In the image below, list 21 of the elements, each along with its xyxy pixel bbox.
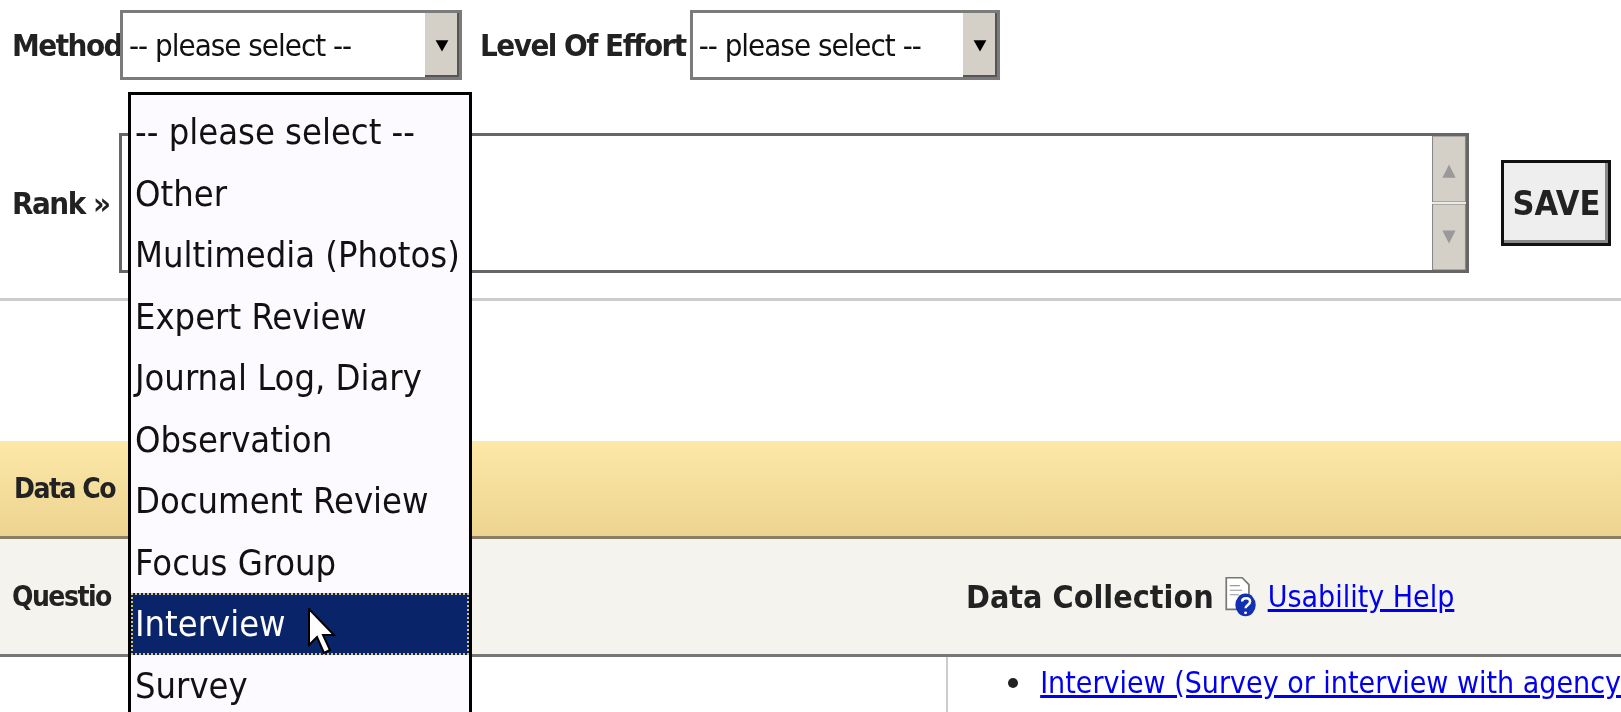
help-link[interactable]: Usability Help [1267,579,1455,614]
dropdown-option[interactable]: Document Review [131,470,469,532]
dropdown-option[interactable]: Interview [131,593,469,655]
column-header: Questio [12,580,113,613]
dropdown-option[interactable]: Expert Review [131,285,469,347]
field-label: Level Of Effort [480,27,686,63]
dropdown-option[interactable]: Multimedia (Photos) [131,224,469,286]
dropdown-option[interactable]: Journal Log, Diary [131,347,469,409]
select-field[interactable]: -- please select -- [689,10,1000,80]
field-label: Method [12,27,122,63]
dropdown-option[interactable]: Focus Group [131,531,469,593]
item-link[interactable]: Interview (Survey or interview with agency [1040,665,1621,700]
dropdown-option[interactable]: Survey [131,654,469,712]
select-field[interactable]: -- please select -- [120,10,462,80]
dropdown-option[interactable]: Observation [131,408,469,470]
field-label: Rank » [12,185,110,221]
section-title: Data Co [14,472,115,505]
dropdown-option[interactable]: Other [131,162,469,224]
dropdown-option[interactable]: -- please select -- [131,101,469,163]
column-header: Data Collection [966,577,1214,616]
save-button[interactable]: SAVE [1501,160,1612,246]
